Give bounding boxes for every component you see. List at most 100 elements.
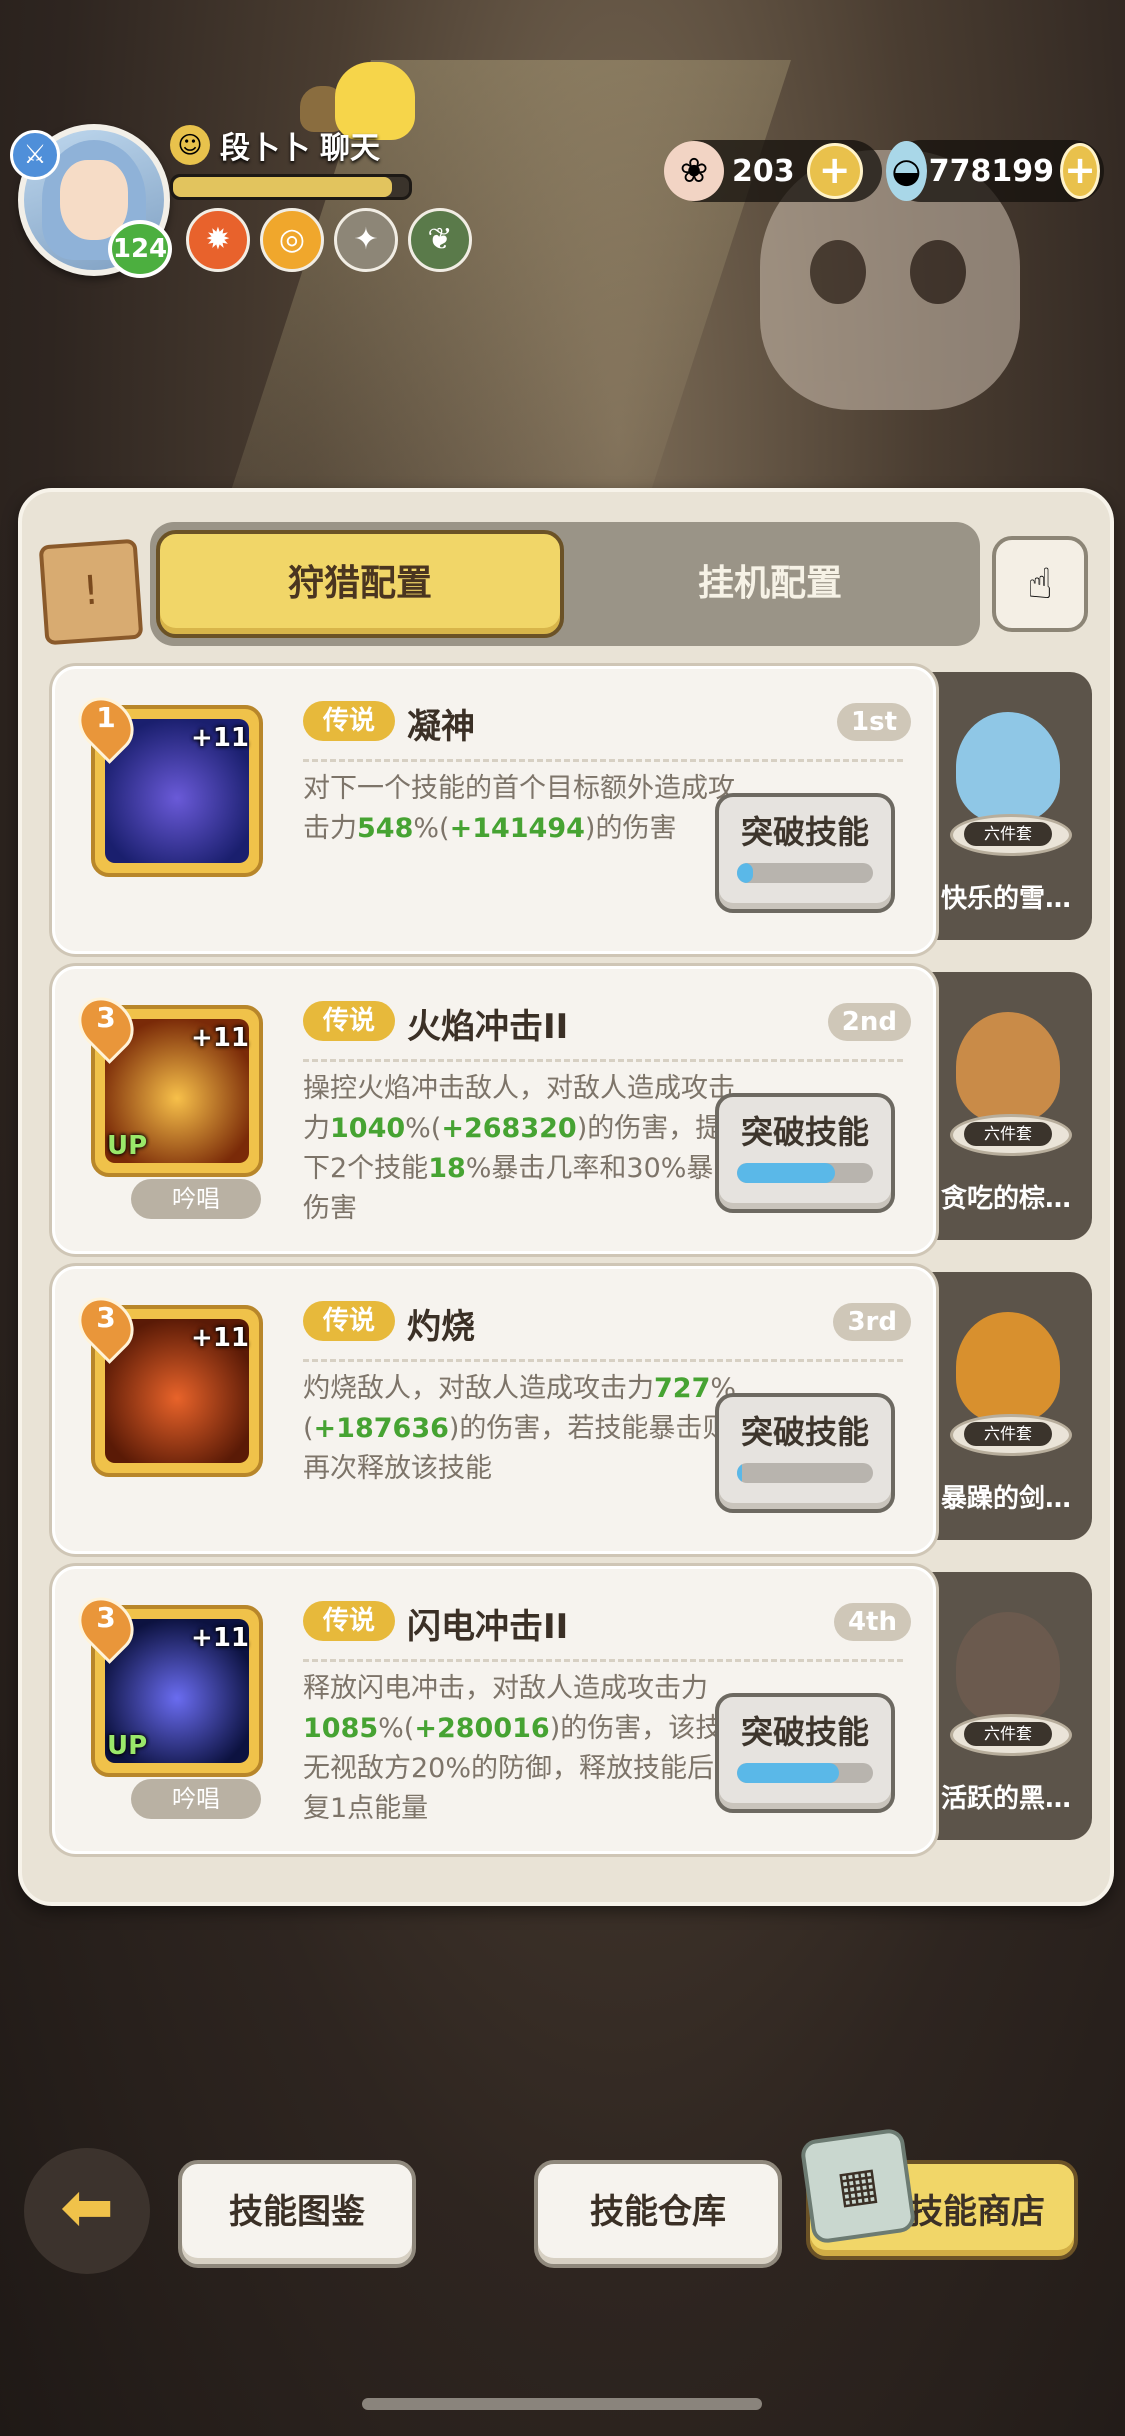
- breakthrough-button[interactable]: 突破技能: [715, 1693, 895, 1813]
- set-name: 贪吃的棕…: [940, 1184, 1071, 1214]
- skill-codex-button[interactable]: 技能图鉴: [178, 2160, 416, 2268]
- chant-badge: 吟唱: [131, 1779, 261, 1819]
- skill-slot: 六件套 快乐的雪… +11 1 传说 凝神 1st 对下一个技能的首个目标额外造…: [52, 666, 1092, 954]
- skill-name: 凝神: [407, 707, 475, 747]
- chant-badge: 吟唱: [131, 1179, 261, 1219]
- hand-pointer-icon[interactable]: ☝: [992, 536, 1088, 632]
- breakthrough-label: 突破技能: [740, 1413, 869, 1451]
- clam-currency: ◒ 778199 +: [886, 140, 1104, 202]
- sword-icon: ⚔: [10, 130, 60, 180]
- set-figure-icon: [956, 1312, 1060, 1422]
- skill-up-badge: UP: [107, 1131, 148, 1161]
- skill-order-number: 3: [96, 1001, 116, 1034]
- breakthrough-button[interactable]: 突破技能: [715, 793, 895, 913]
- set-bonus-panel[interactable]: 六件套 贪吃的棕…: [920, 972, 1092, 1240]
- skill-description: 对下一个技能的首个目标额外造成攻击力548%(+141494)的伤害: [303, 769, 753, 849]
- set-bonus-panel[interactable]: 六件套 快乐的雪…: [920, 672, 1092, 940]
- skill-description: 释放闪电冲击，对敌人造成攻击力1085%(+280016)的伤害，该技能无视敌方…: [303, 1669, 753, 1829]
- fire-buff-icon[interactable]: ✹: [186, 208, 250, 272]
- desc-part: 727: [654, 1373, 711, 1404]
- clam-icon: ◒: [886, 141, 927, 201]
- add-clam-button[interactable]: +: [1060, 143, 1100, 199]
- add-seashell-button[interactable]: +: [806, 143, 863, 199]
- breakthrough-progress-fill: [737, 1163, 835, 1183]
- seashell-currency: ❀ 203 +: [664, 140, 882, 202]
- desc-part: 18: [428, 1153, 466, 1184]
- skill-order-number: 1: [96, 701, 116, 734]
- skull-eye: [910, 240, 966, 304]
- breakthrough-button[interactable]: 突破技能: [715, 1393, 895, 1513]
- tab-hunt-config[interactable]: 狩猎配置: [156, 530, 564, 638]
- breakthrough-label: 突破技能: [740, 813, 869, 851]
- breakthrough-label: 突破技能: [740, 1113, 869, 1151]
- skill-card[interactable]: +11 UP 3 吟唱 传说 火焰冲击II 2nd 操控火焰冲击敌人，对敌人造成…: [52, 966, 936, 1254]
- shield-buff-icon[interactable]: ✦: [334, 208, 398, 272]
- desc-part: )的伤害: [584, 813, 677, 844]
- shop-icon: ▦: [799, 2127, 917, 2245]
- skill-storage-button[interactable]: 技能仓库: [534, 2160, 782, 2268]
- set-tag: 六件套: [964, 1122, 1052, 1146]
- set-bonus-panel[interactable]: 六件套 活跃的黑…: [920, 1572, 1092, 1840]
- set-figure-icon: [956, 1012, 1060, 1122]
- config-tabs: 狩猎配置 挂机配置: [150, 522, 980, 646]
- desc-part: 释放闪电冲击，对敌人造成攻击力: [303, 1673, 708, 1704]
- skill-card[interactable]: +11 1 传说 凝神 1st 对下一个技能的首个目标额外造成攻击力548%(+…: [52, 666, 936, 954]
- seashell-amount: 203: [732, 153, 795, 189]
- skill-up-badge: UP: [107, 1731, 148, 1761]
- divider: [303, 1659, 903, 1662]
- skill-name: 闪电冲击II: [407, 1607, 569, 1647]
- desc-part: %(: [413, 813, 450, 844]
- breakthrough-progress: [737, 1463, 873, 1483]
- set-name: 暴躁的剑…: [940, 1484, 1071, 1514]
- rarity-badge: 传说: [303, 1001, 395, 1041]
- seashell-icon: ❀: [664, 141, 724, 201]
- leaf-buff-icon[interactable]: ❦: [408, 208, 472, 272]
- tab-idle-config[interactable]: 挂机配置: [570, 530, 970, 638]
- rarity-badge: 传说: [303, 1601, 395, 1641]
- skill-plus-level: +11: [191, 1023, 249, 1053]
- desc-part: 1085: [303, 1713, 379, 1744]
- skill-plus-level: +11: [191, 1623, 249, 1653]
- skill-card[interactable]: +11 3 传说 灼烧 3rd 灼烧敌人，对敌人造成攻击力727%(+18763…: [52, 1266, 936, 1554]
- rank-badge: 4th: [833, 1603, 911, 1641]
- breakthrough-progress: [737, 1763, 873, 1783]
- divider: [303, 1059, 903, 1062]
- divider: [303, 1359, 903, 1362]
- breakthrough-progress-fill: [737, 1763, 839, 1783]
- desc-part: 548: [357, 813, 414, 844]
- rarity-badge: 传说: [303, 1301, 395, 1341]
- skill-card[interactable]: +11 UP 3 吟唱 传说 闪电冲击II 4th 释放闪电冲击，对敌人造成攻击…: [52, 1566, 936, 1854]
- clam-amount: 778199: [928, 153, 1055, 189]
- xp-bar-fill: [173, 177, 393, 197]
- scroll-icon[interactable]: !: [38, 538, 144, 646]
- rank-badge: 3rd: [833, 1303, 911, 1341]
- rank-badge: 1st: [837, 703, 911, 741]
- desc-part: 1040: [330, 1113, 406, 1144]
- skill-slot: 六件套 活跃的黑… +11 UP 3 吟唱 传说 闪电冲击II 4th 释放闪电…: [52, 1566, 1092, 1854]
- breakthrough-button[interactable]: 突破技能: [715, 1093, 895, 1213]
- desc-part: 灼烧敌人，对敌人造成攻击力: [303, 1373, 654, 1404]
- set-figure-icon: [956, 712, 1060, 822]
- skill-shop-label: 技能商店: [909, 2192, 1045, 2232]
- spiral-buff-icon[interactable]: ◎: [260, 208, 324, 272]
- desc-part: %(: [378, 1713, 415, 1744]
- set-bonus-panel[interactable]: 六件套 暴躁的剑…: [920, 1272, 1092, 1540]
- desc-part: +141494: [449, 813, 585, 844]
- back-button[interactable]: ⬅: [24, 2148, 150, 2274]
- desc-part: +268320: [441, 1113, 577, 1144]
- skill-order-number: 3: [96, 1601, 116, 1634]
- set-tag: 六件套: [964, 1722, 1052, 1746]
- chat-label[interactable]: 聊天: [320, 123, 380, 167]
- player-name: 段卜卜: [220, 131, 310, 166]
- desc-part: +280016: [414, 1713, 550, 1744]
- set-tag: 六件套: [964, 1422, 1052, 1446]
- set-name: 快乐的雪…: [940, 884, 1071, 914]
- skill-description: 操控火焰冲击敌人，对敌人造成攻击力1040%(+268320)的伤害，提升下2个…: [303, 1069, 753, 1229]
- player-name-row[interactable]: ☺ 段卜卜 聊天: [170, 120, 380, 170]
- back-arrow-icon: ⬅: [60, 2171, 114, 2245]
- home-indicator[interactable]: [362, 2398, 762, 2410]
- rarity-badge: 传说: [303, 701, 395, 741]
- rank-badge: 2nd: [827, 1003, 911, 1041]
- skull-eye: [810, 240, 866, 304]
- skill-shop-button[interactable]: ▦ 技能商店: [799, 2127, 1078, 2260]
